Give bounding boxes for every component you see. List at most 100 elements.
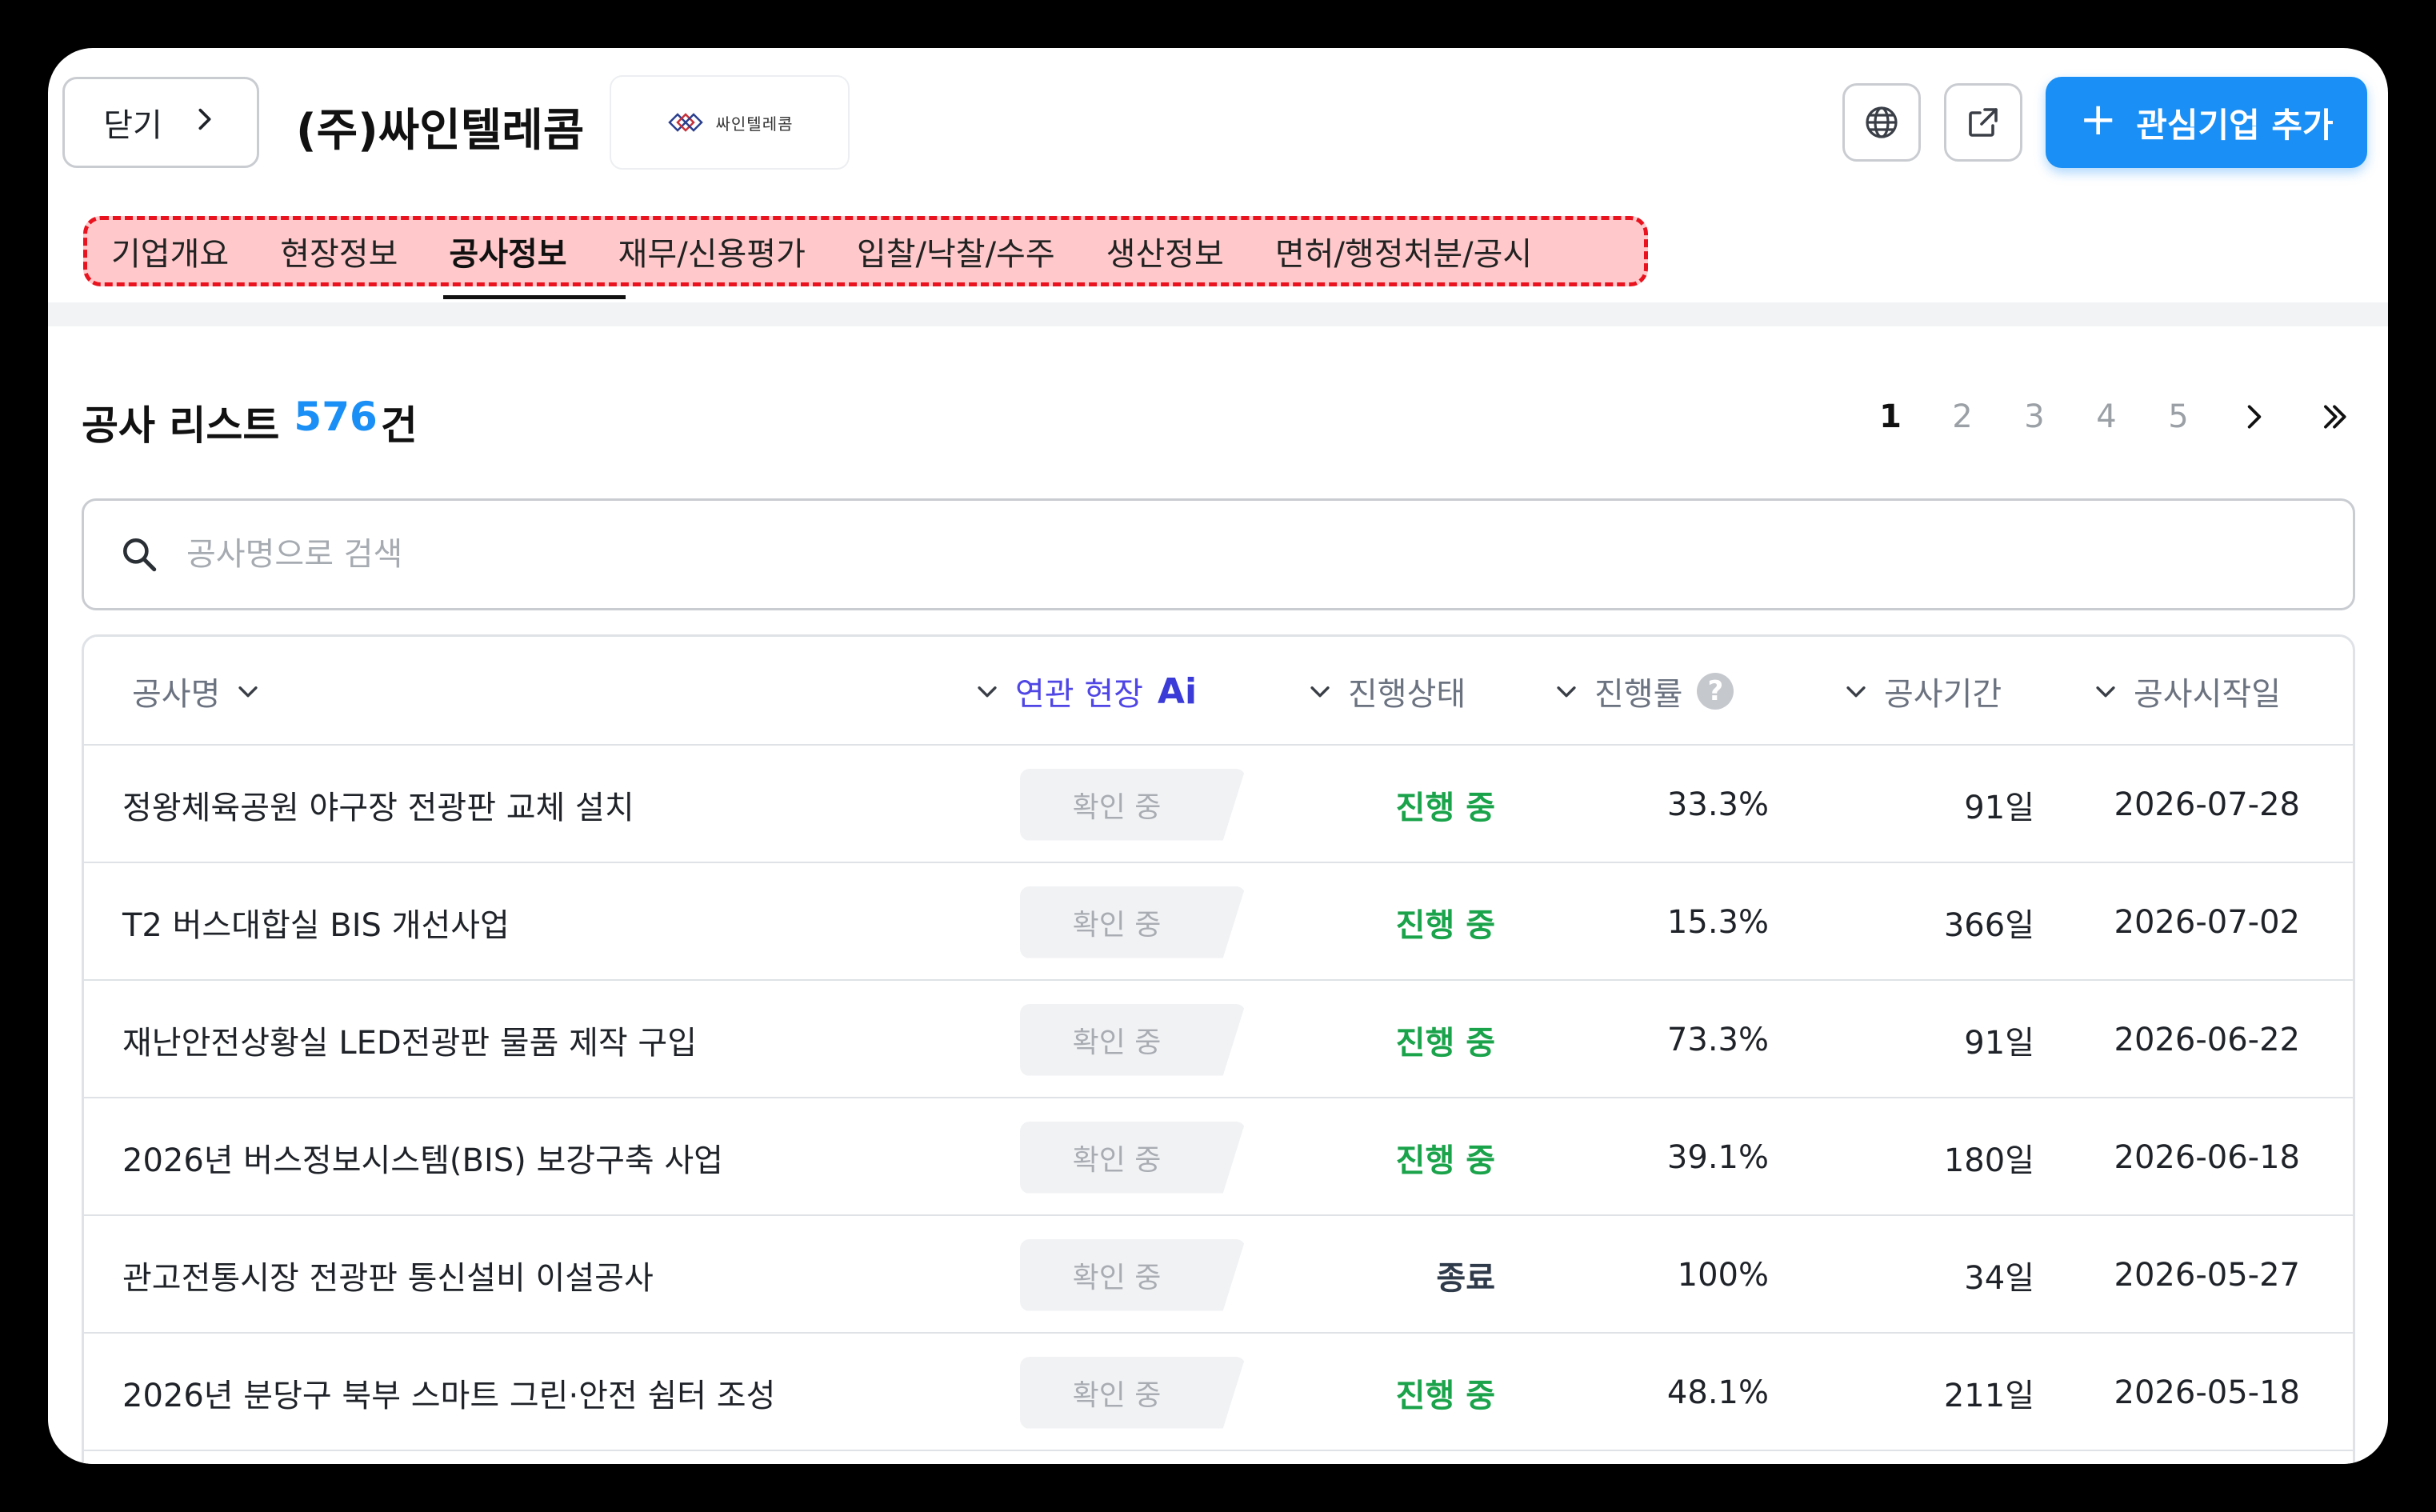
tab-license-disclosure[interactable]: 면허/행정처분/공시 — [1275, 228, 1532, 274]
progress-rate: 100% — [1677, 1256, 1769, 1294]
plus-icon: + — [2079, 94, 2118, 146]
search-box — [82, 498, 2355, 610]
column-status-label: 진행상태 — [1348, 676, 1466, 713]
related-site-pill: 확인 중 — [1020, 1356, 1246, 1429]
tab-company-overview[interactable]: 기업개요 — [111, 228, 229, 274]
table-row[interactable]: 2026년 버스정보시스템(BIS) 보강구축 사업 확인 중 진행 중 39.… — [84, 1098, 2353, 1216]
column-header-name[interactable]: 공사명 — [132, 637, 262, 746]
open-external-button[interactable] — [1944, 83, 2022, 162]
column-start-label: 공사시작일 — [2134, 676, 2281, 713]
related-site-cell: 확인 중 — [1020, 863, 1246, 981]
start-date: 2026-05-27 — [2114, 1256, 2300, 1294]
page-3[interactable]: 3 — [1998, 398, 2070, 435]
tab-construction-info[interactable]: 공사정보 — [449, 228, 566, 274]
chevron-down-icon — [1557, 686, 1576, 698]
add-watchlist-button[interactable]: + 관심기업 추가 — [2046, 77, 2367, 168]
table-header: 공사명 연관 현장 Ai 진행상태 진행률 ? 공사기간 공사시작일 — [84, 637, 2353, 746]
tab-finance-credit[interactable]: 재무/신용평가 — [618, 228, 806, 274]
column-header-rate[interactable]: 진행률 ? — [1553, 637, 1734, 746]
construction-period: 91일 — [1964, 789, 2034, 826]
construction-period: 34일 — [1964, 1259, 2034, 1297]
column-header-status[interactable]: 진행상태 — [1306, 637, 1466, 746]
construction-period: 366일 — [1943, 906, 2034, 944]
table-row[interactable]: 2026년 분당구 북부 스마트 그린·안전 쉼터 조성 확인 중 진행 중 4… — [84, 1334, 2353, 1451]
external-link-icon — [1969, 108, 1998, 137]
progress-rate: 48.1% — [1666, 1374, 1769, 1411]
related-site-pill: 확인 중 — [1020, 886, 1246, 958]
related-site-cell: 확인 중 — [1020, 1098, 1246, 1216]
device-frame: 닫기 (주)싸인텔레콤 싸인텔레콤 + 관심기업 추가 기업개요 현장정보 공사… — [0, 0, 2436, 1512]
close-button[interactable]: 닫기 — [62, 77, 259, 168]
status-text: 종료 — [1436, 1259, 1495, 1297]
section-divider — [48, 302, 2388, 326]
project-name: 정왕체육공원 야구장 전광판 교체 설치 — [122, 789, 634, 826]
company-logo: 싸인텔레콤 — [610, 75, 850, 170]
chevron-down-icon — [1310, 686, 1330, 698]
diamond-logo-icon — [667, 113, 703, 132]
column-period-label: 공사기간 — [1884, 676, 2002, 713]
table-row[interactable]: 재난안전상황실 LED전광판 물품 제작 구입 확인 중 진행 중 73.3% … — [84, 981, 2353, 1098]
search-icon — [123, 538, 157, 572]
chevron-down-icon — [2096, 686, 2115, 698]
start-date: 2026-07-02 — [2114, 903, 2300, 941]
start-date: 2026-07-28 — [2114, 786, 2300, 823]
project-name: 2026년 버스정보시스템(BIS) 보강구축 사업 — [122, 1142, 723, 1179]
related-site-cell: 확인 중 — [1020, 746, 1246, 863]
add-watchlist-label: 관심기업 추가 — [2136, 105, 2334, 145]
construction-period: 211일 — [1943, 1377, 2034, 1414]
table-row[interactable]: T2 버스대합실 BIS 개선사업 확인 중 진행 중 15.3% 366일 2… — [84, 863, 2353, 981]
related-site-cell: 확인 중 — [1020, 1334, 1246, 1451]
chevron-down-icon — [978, 686, 997, 698]
tab-production-info[interactable]: 생산정보 — [1106, 228, 1224, 274]
page-1[interactable]: 1 — [1854, 398, 1926, 435]
start-date: 2026-06-22 — [2114, 1021, 2300, 1058]
close-label: 닫기 — [103, 107, 162, 144]
related-site-pill: 확인 중 — [1020, 768, 1246, 841]
table-row[interactable]: 관고전통시장 전광판 통신설비 이설공사 확인 중 종료 100% 34일 20… — [84, 1216, 2353, 1334]
company-detail-panel: 닫기 (주)싸인텔레콤 싸인텔레콤 + 관심기업 추가 기업개요 현장정보 공사… — [48, 48, 2388, 1464]
search-input[interactable] — [186, 536, 2186, 573]
chevron-right-icon — [2247, 405, 2262, 429]
project-name: 관고전통시장 전광판 통신설비 이설공사 — [122, 1259, 654, 1297]
website-button[interactable] — [1842, 83, 1921, 162]
column-header-start-date[interactable]: 공사시작일 — [2092, 637, 2281, 746]
project-name: 재난안전상황실 LED전광판 물품 제작 구입 — [122, 1024, 698, 1062]
related-site-pill: 확인 중 — [1020, 1121, 1246, 1194]
start-date: 2026-06-18 — [2114, 1138, 2300, 1176]
tab-bid-award-order[interactable]: 입찰/낙찰/수주 — [857, 228, 1055, 274]
chevron-down-icon — [1846, 686, 1866, 698]
status-text: 진행 중 — [1395, 1024, 1495, 1062]
globe-icon — [1866, 106, 1898, 138]
help-icon[interactable]: ? — [1697, 673, 1734, 710]
progress-rate: 33.3% — [1666, 786, 1769, 823]
ai-badge: Ai — [1157, 670, 1198, 712]
status-text: 진행 중 — [1395, 789, 1495, 826]
status-text: 진행 중 — [1395, 1142, 1495, 1179]
list-title-text: 공사 리스트 — [82, 402, 280, 449]
project-name: 2026년 분당구 북부 스마트 그린·안전 쉼터 조성 — [122, 1377, 776, 1414]
construction-table: 공사명 연관 현장 Ai 진행상태 진행률 ? 공사기간 공사시작일 정왕체육공… — [82, 634, 2355, 1464]
logo-text: 싸인텔레콤 — [715, 114, 794, 134]
chevron-right-icon — [191, 104, 218, 141]
start-date: 2026-05-18 — [2114, 1374, 2300, 1411]
status-text: 진행 중 — [1395, 906, 1495, 944]
column-name-label: 공사명 — [132, 676, 221, 713]
table-row[interactable]: 정왕체육공원 야구장 전광판 교체 설치 확인 중 진행 중 33.3% 91일… — [84, 746, 2353, 863]
list-title: 공사 리스트 576 건 — [82, 394, 418, 451]
column-related-label: 연관 현장 — [1015, 676, 1143, 713]
construction-period: 180일 — [1943, 1142, 2034, 1179]
related-site-pill: 확인 중 — [1020, 1238, 1246, 1311]
page-4[interactable]: 4 — [2070, 398, 2142, 435]
chevron-down-icon — [238, 686, 258, 698]
column-header-period[interactable]: 공사기간 — [1842, 637, 2002, 746]
progress-rate: 15.3% — [1666, 903, 1769, 941]
page-5[interactable]: 5 — [2142, 398, 2214, 435]
page-2[interactable]: 2 — [1926, 398, 1998, 435]
column-header-related-site[interactable]: 연관 현장 Ai — [974, 637, 1197, 746]
next-page-button[interactable] — [2214, 402, 2294, 432]
progress-rate: 39.1% — [1666, 1138, 1769, 1176]
tab-bar: 기업개요 현장정보 공사정보 재무/신용평가 입찰/낙찰/수주 생산정보 면허/… — [83, 216, 1648, 286]
pagination: 1 2 3 4 5 — [1854, 398, 2374, 435]
tab-site-info[interactable]: 현장정보 — [280, 228, 398, 274]
last-page-button[interactable] — [2294, 402, 2374, 432]
